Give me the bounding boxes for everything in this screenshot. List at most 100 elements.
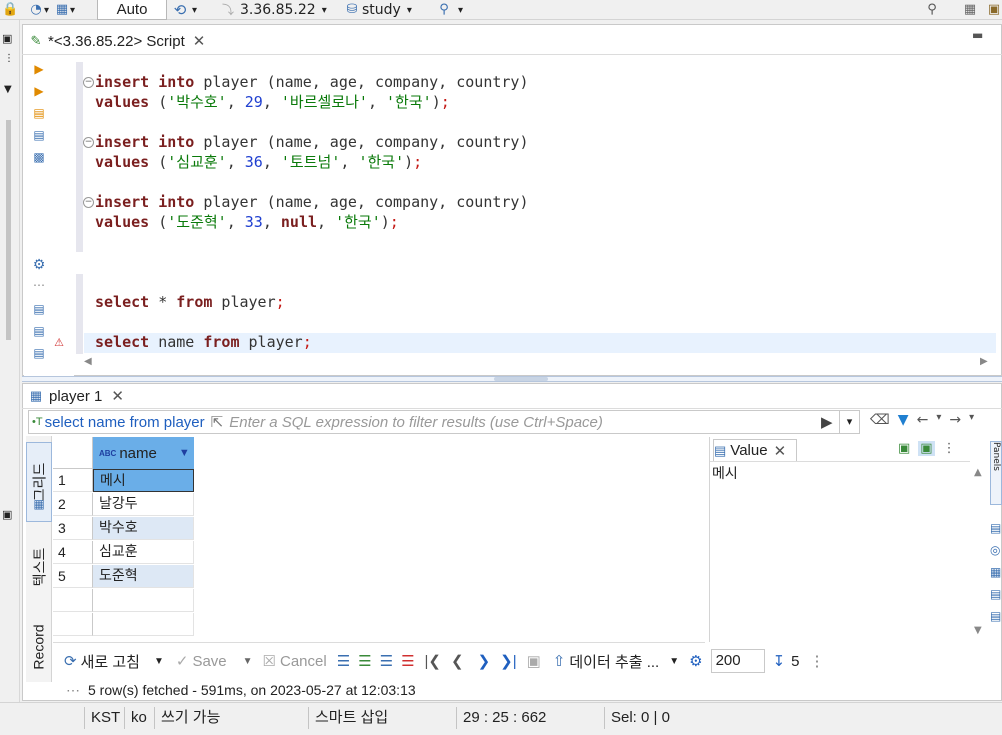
query-text[interactable]: select name from player [45,414,205,431]
execute-icon[interactable]: ▶ [32,62,46,76]
commit-mode-button[interactable]: Auto [97,0,167,20]
table-cell[interactable]: 도준혁 [93,565,194,588]
row-number[interactable]: 5 [53,565,93,588]
apply-filter-icon[interactable]: ▶ [821,413,833,431]
panel-splitter[interactable] [22,376,1002,382]
query-manager-icon[interactable]: ▤ [32,346,46,360]
tab-text[interactable]: 텍스트 [26,532,52,602]
add-row-icon[interactable]: ☰ [358,652,371,670]
fold-icon[interactable]: − [83,77,94,88]
table-cell[interactable] [93,589,194,612]
tab-record[interactable]: Record [26,612,52,682]
table-cell[interactable]: 날강두 [93,493,194,516]
refresh-button[interactable]: 새로 고침 [81,651,140,672]
global-search-icon[interactable]: ⚲ [924,0,940,20]
app-icon[interactable]: ▣ [986,0,1002,20]
filter-icon[interactable]: ▼ [898,412,909,428]
panel-icon[interactable]: ▤ [990,587,1001,601]
perspective-icon[interactable]: ▦ [962,0,978,20]
more-icon[interactable]: ⋮ [810,652,825,670]
code-line[interactable]: values ('심교훈', 36, '토트넘', '한국'); [95,152,422,172]
code-line[interactable]: insert into player (name, age, company, … [95,72,528,92]
script-tab[interactable]: ✎ *<3.36.85.22> Script ✕ [24,28,212,54]
locale-status[interactable]: ko [124,707,154,729]
fold-icon[interactable]: − [83,197,94,208]
panel-icon[interactable]: ▦ [990,565,1001,579]
panel-icon[interactable]: ◎ [990,543,1000,557]
edit-row-icon[interactable]: ☰ [337,652,350,670]
code-line[interactable]: select name from player; [95,332,312,352]
search-dropdown[interactable]: ⚲ ▾ [436,0,463,20]
first-page-icon[interactable]: |❮ [425,652,441,670]
delete-row-icon[interactable]: ☰ [401,652,414,670]
auto-save-icon[interactable]: ▣ [918,441,935,456]
timezone-status[interactable]: KST [84,707,122,729]
copy-row-icon[interactable]: ☰ [380,652,393,670]
panel-icon[interactable]: ▤ [990,609,1001,623]
editor-horizontal-scrollbar[interactable]: ◀ ▶ [84,354,996,372]
panels-tab[interactable]: Panels [990,441,1002,505]
panel-icon[interactable]: ▤ [990,521,1001,535]
code-line[interactable]: select * from player; [95,292,285,312]
database-selector[interactable]: ⛁ study ▾ [344,0,412,20]
strip-scrollbar[interactable] [6,120,11,340]
save-icon[interactable]: ▣ [898,441,910,456]
save-dropdown[interactable]: ▼ [243,656,253,667]
fetch-size-input[interactable]: 200 [710,649,765,673]
execute-new-tab-icon[interactable]: ▶ [32,84,46,98]
minimize-editor-icon[interactable]: ▬ [972,28,983,42]
filter-history-dropdown[interactable]: ▾ [839,411,859,433]
load-script-icon[interactable]: ▤ [32,324,46,338]
more-icon[interactable]: ⋮ [943,441,956,456]
export-button[interactable]: 데이터 추출 ... [569,651,659,672]
settings-icon[interactable]: ⚙ [32,258,46,272]
execute-script-icon[interactable]: ▤ [32,106,46,120]
sql-code-area[interactable]: insert into player (name, age, company, … [95,72,995,362]
row-number[interactable] [53,613,93,636]
row-number[interactable]: 3 [53,517,93,540]
prev-page-icon[interactable]: ❮ [451,652,464,670]
more-icon[interactable]: ⋮ [4,54,14,64]
connection-selector[interactable]: ⤵ 3.36.85.22 ▾ [220,0,327,20]
filter-input[interactable]: Enter a SQL expression to filter results… [229,414,603,431]
next-page-icon[interactable]: ❯ [478,652,491,670]
export-dropdown[interactable]: ▼ [669,656,679,667]
table-cell[interactable]: 메시 [93,469,194,492]
close-icon[interactable]: ✕ [774,442,787,460]
value-tab[interactable]: ▤ Value ✕ [713,439,797,461]
explain-plan-icon[interactable]: ▤ [32,128,46,142]
scroll-down-icon[interactable]: ▼ [974,625,982,636]
fetch-all-icon[interactable]: ▣ [527,652,541,670]
scroll-up-icon[interactable]: ▲ [974,467,982,478]
sort-icon[interactable]: ▼ [179,447,190,459]
save-button[interactable]: Save [192,653,226,670]
forward-icon[interactable]: → [949,412,961,428]
transaction-icon[interactable]: ▦ ▾ [54,0,75,20]
last-page-icon[interactable]: ❯| [500,652,516,670]
results-tab[interactable]: ▦ player 1 ✕ [28,384,128,408]
row-number[interactable]: 1 [53,469,93,492]
code-line[interactable]: insert into player (name, age, company, … [95,192,528,212]
value-content[interactable]: 메시 [712,463,738,483]
chevron-down-icon[interactable]: ▼ [4,84,12,95]
refresh-dropdown[interactable]: ▼ [154,656,164,667]
fold-icon[interactable]: − [83,137,94,148]
back-icon[interactable]: ← [917,412,929,428]
eraser-icon[interactable]: ⌫ [870,412,890,428]
cancel-button[interactable]: Cancel [280,653,327,670]
settings-icon[interactable]: ⚙ [689,652,702,670]
lock-icon[interactable]: 🔒 [2,0,18,20]
close-icon[interactable]: ✕ [111,387,124,405]
expand-icon[interactable]: ⇱ [211,413,224,431]
code-line[interactable]: values ('도준혁', 33, null, '한국'); [95,212,399,232]
table-cell[interactable]: 심교훈 [93,541,194,564]
row-number[interactable]: 2 [53,493,93,516]
code-line[interactable]: insert into player (name, age, company, … [95,132,528,152]
row-number[interactable] [53,589,93,612]
table-cell[interactable] [93,613,194,636]
code-line[interactable]: values ('박수호', 29, '바르셀로나', '한국'); [95,92,450,112]
export-script-icon[interactable]: ▤ [32,302,46,316]
table-cell[interactable]: 박수호 [93,517,194,540]
close-icon[interactable]: ✕ [193,32,206,50]
column-header-name[interactable]: ABC name ▼ [93,437,194,469]
